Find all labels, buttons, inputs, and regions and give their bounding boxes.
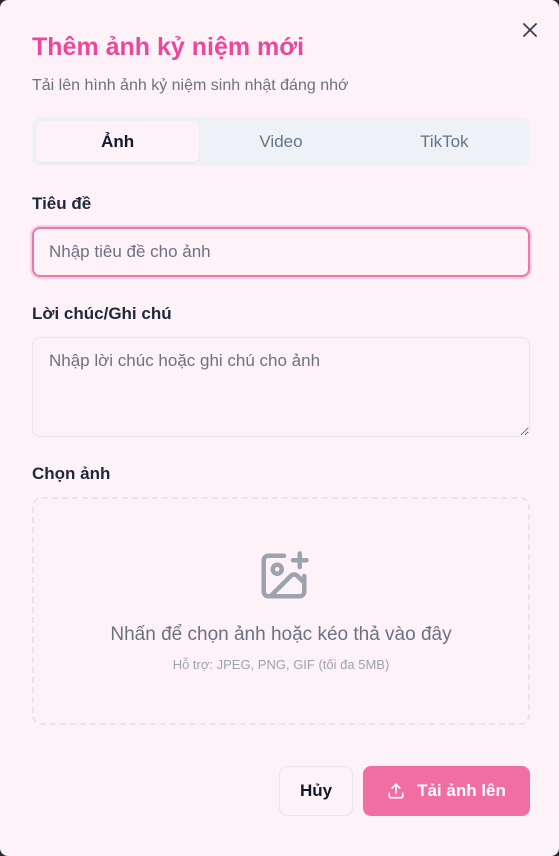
image-field-label: Chọn ảnh: [32, 464, 111, 483]
upload-icon: [388, 783, 404, 799]
title-field-label: Tiêu đề: [32, 194, 92, 213]
dialog-subtitle: Tải lên hình ảnh kỷ niệm sinh nhật đáng …: [32, 77, 349, 94]
add-memory-dialog: Thêm ảnh kỷ niệm mới Tải lên hình ảnh kỷ…: [0, 0, 559, 856]
note-textarea[interactable]: [32, 337, 530, 437]
tab-tiktok[interactable]: TikTok: [363, 121, 526, 162]
upload-button[interactable]: Tải ảnh lên: [363, 766, 530, 816]
title-input[interactable]: [32, 227, 530, 277]
dropzone-hint: Hỗ trợ: JPEG, PNG, GIF (tối đa 5MB): [172, 657, 390, 672]
upload-button-label: Tải ảnh lên: [417, 781, 506, 800]
tab-video[interactable]: Video: [199, 121, 362, 162]
note-field-label: Lời chúc/Ghi chú: [32, 304, 172, 323]
media-type-tabs: Ảnh Video TikTok: [32, 117, 530, 166]
close-button[interactable]: [519, 19, 541, 41]
close-icon: [523, 23, 537, 37]
image-plus-icon: [261, 551, 309, 599]
cancel-button[interactable]: Hủy: [279, 766, 353, 816]
dropzone-instruction: Nhấn để chọn ảnh hoặc kéo thả vào đây: [110, 624, 452, 645]
dialog-title: Thêm ảnh kỷ niệm mới: [32, 33, 305, 61]
tab-image[interactable]: Ảnh: [36, 121, 200, 162]
image-dropzone[interactable]: Nhấn để chọn ảnh hoặc kéo thả vào đây Hỗ…: [32, 497, 530, 725]
